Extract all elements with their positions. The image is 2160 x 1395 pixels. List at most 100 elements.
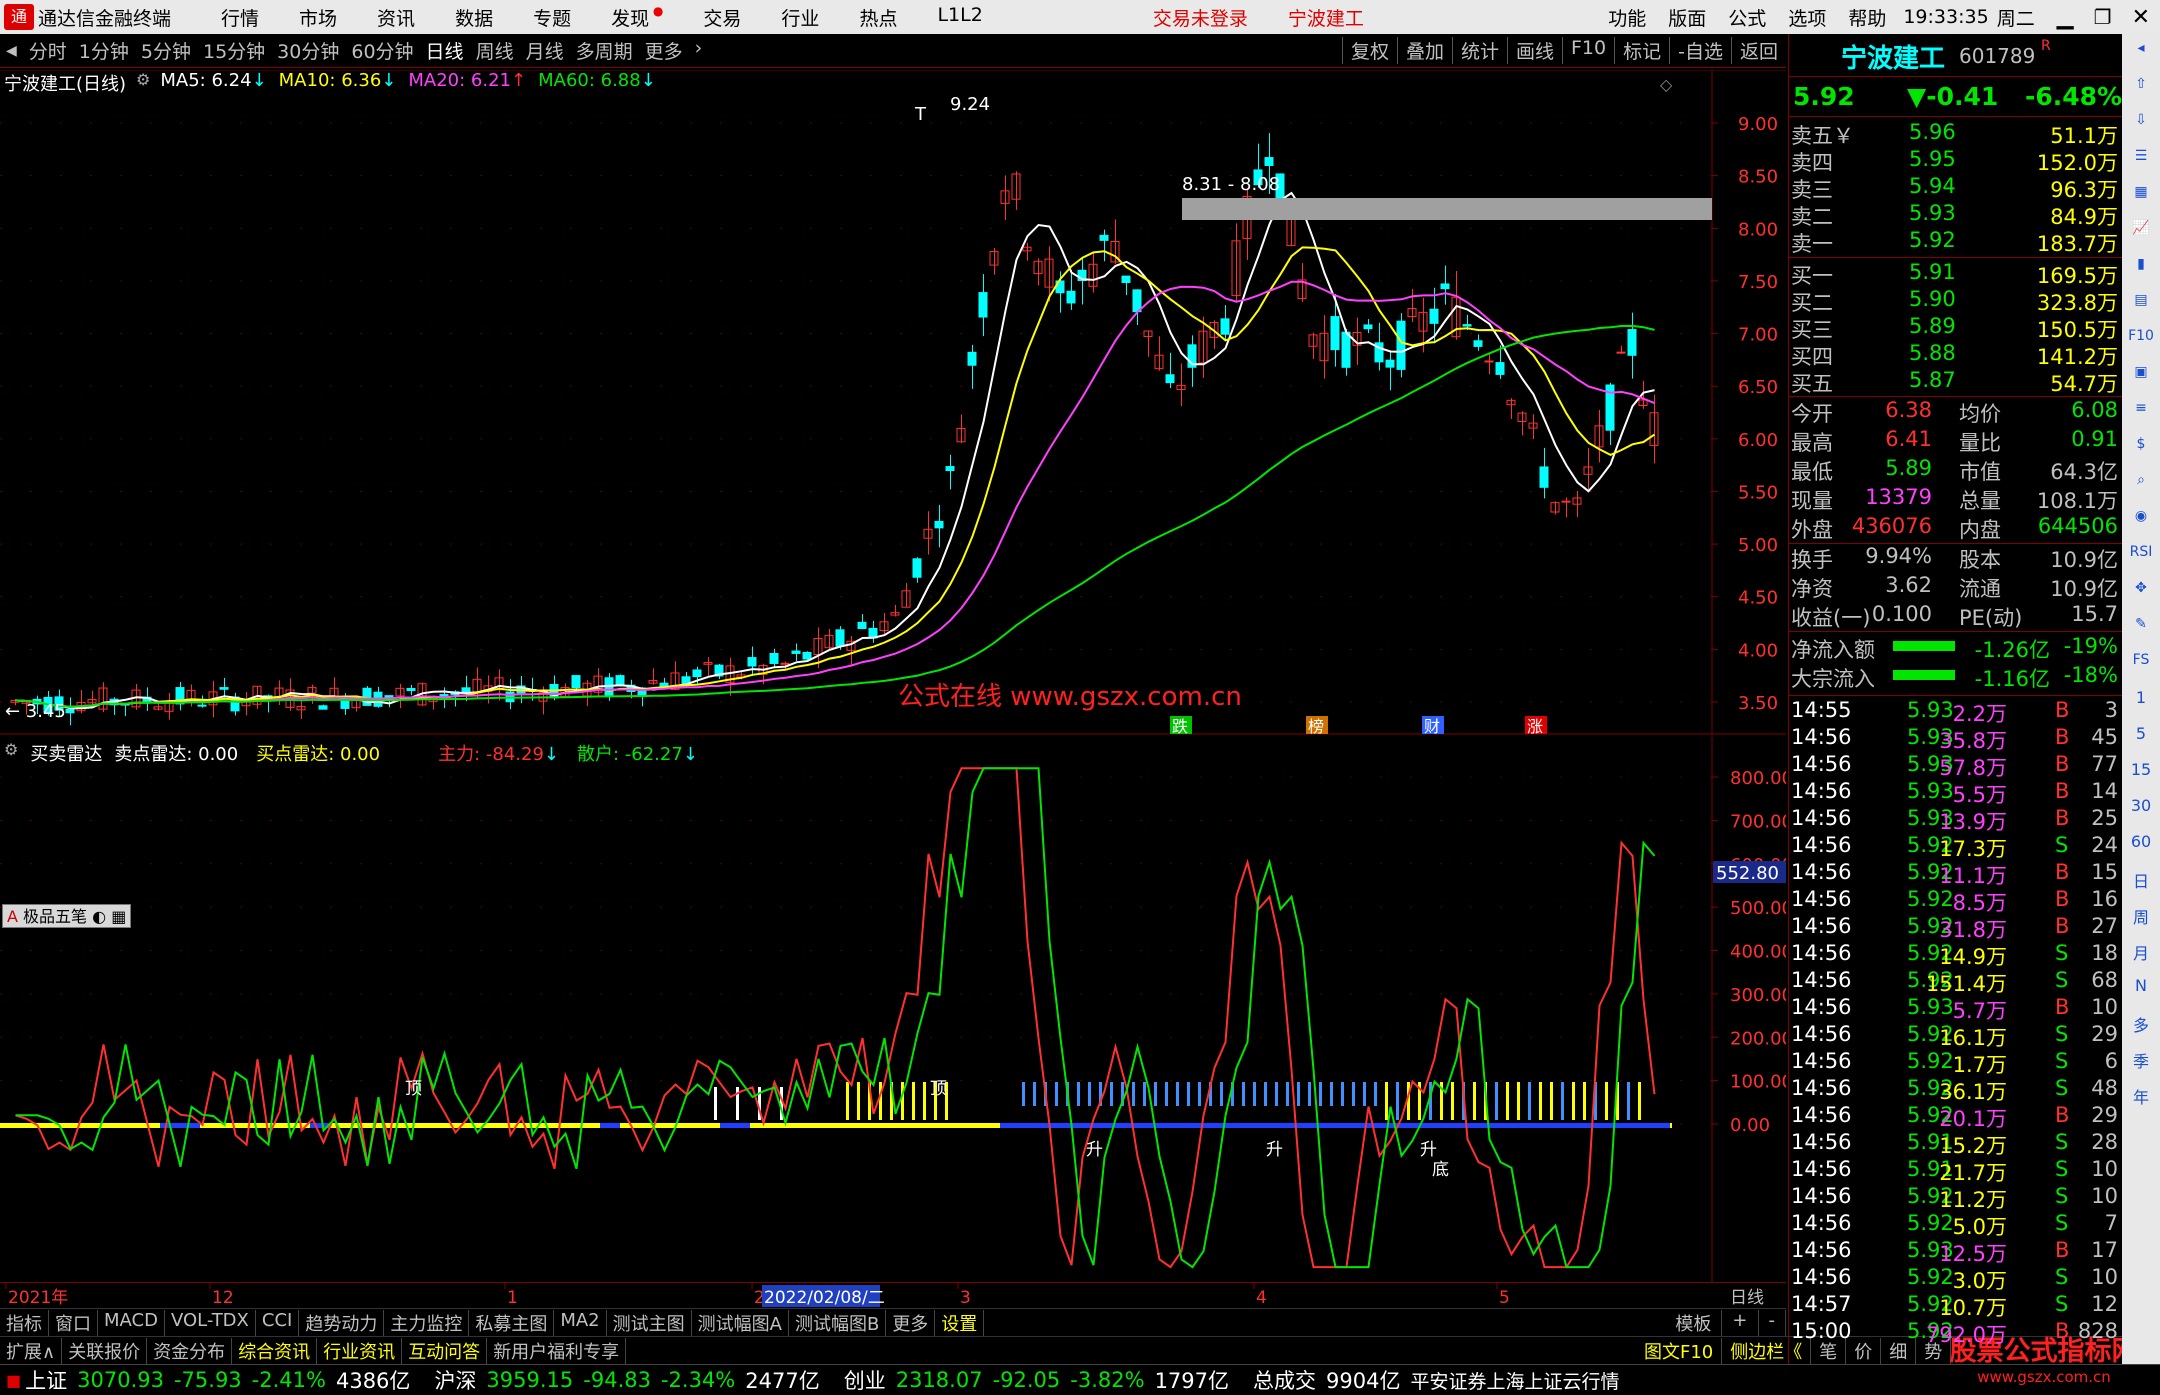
fund-icon[interactable]: $ xyxy=(2128,436,2154,462)
sidebar-period-60[interactable]: 60 xyxy=(2128,832,2154,858)
indicator-tab-10[interactable]: 测试幅图A xyxy=(692,1309,789,1336)
toolbar-btn-6[interactable]: -自选 xyxy=(1669,37,1731,64)
toolbar-btn-3[interactable]: 画线 xyxy=(1506,37,1562,64)
indicator-tab-9[interactable]: 测试主图 xyxy=(607,1309,692,1336)
news-icon[interactable]: ▣ xyxy=(2128,364,2154,390)
main-kline-chart[interactable]: 9.00 8.50 8.00 7.50 7.00 6.50 6.00 5.50 5.00 4.50… xyxy=(0,70,1786,735)
f10-icon[interactable]: F10 xyxy=(2128,328,2154,354)
sidebar-period-1[interactable]: 1 xyxy=(2128,688,2154,714)
sidebar-period-多[interactable]: 多 xyxy=(2128,1012,2154,1038)
settings-gear-icon[interactable]: ⚙ xyxy=(4,740,18,766)
pen-icon[interactable]: ✎ xyxy=(2128,616,2154,642)
period-tab-1[interactable]: 1分钟 xyxy=(79,37,129,64)
menu-item-8[interactable]: 热点 xyxy=(859,4,897,31)
indicator-tab-6[interactable]: 主力监控 xyxy=(384,1309,470,1336)
down-arrow-icon[interactable]: ⇩ xyxy=(2128,112,2154,138)
ext-tab-1[interactable]: 关联报价 xyxy=(62,1337,148,1364)
sidebar-period-30[interactable]: 30 xyxy=(2128,796,2154,822)
period-tab-8[interactable]: 月线 xyxy=(526,37,564,64)
collapse-icon[interactable]: ◂ xyxy=(2128,40,2154,66)
sidebar-period-5[interactable]: 5 xyxy=(2128,724,2154,750)
sidebar-period-N[interactable]: N xyxy=(2128,976,2154,1002)
menu-item-6[interactable]: 交易 xyxy=(703,4,741,31)
sidebar-period-15[interactable]: 15 xyxy=(2128,760,2154,786)
ext-tab-2[interactable]: 资金分布 xyxy=(147,1337,233,1364)
grid-icon[interactable]: ▦ xyxy=(2128,184,2154,210)
index-sz-name[interactable]: 沪深 xyxy=(434,1365,476,1395)
menu-stock-name[interactable]: 宁波建工 xyxy=(1288,4,1364,31)
menu-item-2[interactable]: 资讯 xyxy=(377,4,415,31)
trade-status[interactable]: 交易未登录 xyxy=(1153,4,1248,31)
data-source[interactable]: 平安证券上海上证云行情 xyxy=(1410,1367,1619,1394)
sidebar-period-年[interactable]: 年 xyxy=(2128,1084,2154,1110)
move-icon[interactable]: ✥ xyxy=(2128,580,2154,606)
ime-toolbar[interactable]: A 极品五笔 ◐ ▦ xyxy=(2,904,132,928)
chart-diamond-icon[interactable]: ◇ xyxy=(1660,75,1673,94)
toolbar-btn-2[interactable]: 统计 xyxy=(1451,37,1507,64)
period-tab-5[interactable]: 60分钟 xyxy=(351,37,413,64)
index-cy-name[interactable]: 创业 xyxy=(844,1365,886,1395)
menu-right-1[interactable]: 版面 xyxy=(1668,4,1706,31)
list-icon[interactable]: ☰ xyxy=(2128,148,2154,174)
period-tab-10[interactable]: 更多 xyxy=(645,37,683,64)
period-tab-3[interactable]: 15分钟 xyxy=(203,37,265,64)
settings-gear-icon[interactable]: ⚙ xyxy=(136,70,150,96)
toolbar-btn-4[interactable]: F10 xyxy=(1562,37,1614,64)
toolbar-btn-5[interactable]: 标记 xyxy=(1614,37,1669,64)
ext-tab-4[interactable]: 行业资讯 xyxy=(317,1337,403,1364)
indicator-tab-12[interactable]: 更多 xyxy=(886,1309,936,1336)
circle-icon[interactable]: ◉ xyxy=(2128,508,2154,534)
up-arrow-icon[interactable]: ⇧ xyxy=(2128,76,2154,102)
report-icon[interactable]: ▤ xyxy=(2128,292,2154,318)
radar-indicator-chart[interactable]: 800.00700.00600.00500.00400.00300.00200.… xyxy=(0,737,1786,1282)
collapse-panel-icon[interactable]: ◀ xyxy=(6,43,17,59)
menu-right-2[interactable]: 公式 xyxy=(1728,4,1766,31)
chevron-right-icon[interactable]: › xyxy=(695,37,703,64)
menu-item-0[interactable]: 行情 xyxy=(221,4,259,31)
rsi-icon[interactable]: RSI xyxy=(2128,544,2154,570)
side-tab-0[interactable]: 图文F10 xyxy=(1636,1337,1723,1364)
sidebar-period-周[interactable]: 周 xyxy=(2128,904,2154,930)
menu-item-9[interactable]: L1L2 xyxy=(937,4,982,31)
period-tab-9[interactable]: 多周期 xyxy=(576,37,633,64)
indicator-tab-1[interactable]: 窗口 xyxy=(49,1309,98,1336)
indicator-tab-13[interactable]: 设置 xyxy=(935,1309,985,1336)
period-tab-2[interactable]: 5分钟 xyxy=(141,37,191,64)
period-tab-6[interactable]: 日线 xyxy=(426,37,464,64)
rank-icon[interactable]: ≡ xyxy=(2128,400,2154,426)
indicator-tab-4[interactable]: CCI xyxy=(256,1309,300,1336)
menu-item-4[interactable]: 专题 xyxy=(533,4,571,31)
period-tab-4[interactable]: 30分钟 xyxy=(277,37,339,64)
indicator-tab-0[interactable]: 指标 xyxy=(0,1309,49,1336)
indicator-tab-7[interactable]: 私募主图 xyxy=(469,1309,555,1336)
menu-item-5[interactable]: 发现 ● xyxy=(611,4,663,31)
search-icon[interactable]: ⌕ xyxy=(2128,472,2154,498)
indicator-tab-3[interactable]: VOL-TDX xyxy=(165,1309,256,1336)
index-sh-name[interactable]: 上证 xyxy=(25,1365,67,1395)
toolbar-btn-7[interactable]: 返回 xyxy=(1730,37,1786,64)
sidebar-period-月[interactable]: 月 xyxy=(2128,940,2154,966)
fs-icon[interactable]: FS xyxy=(2128,652,2154,678)
ext-tab-6[interactable]: 新用户福利专享 xyxy=(487,1337,627,1364)
indicator-tab-11[interactable]: 测试幅图B xyxy=(789,1309,887,1336)
sidebar-period-日[interactable]: 日 xyxy=(2128,868,2154,894)
toolbar-btn-1[interactable]: 叠加 xyxy=(1396,37,1452,64)
menu-right-3[interactable]: 选项 xyxy=(1788,4,1826,31)
menu-item-7[interactable]: 行业 xyxy=(781,4,819,31)
period-tab-0[interactable]: 分时 xyxy=(29,37,67,64)
tab-right-0[interactable]: 模板 xyxy=(1665,1309,1723,1336)
tab-right-2[interactable]: - xyxy=(1759,1309,1786,1336)
maximize-icon[interactable]: ❐ xyxy=(2094,5,2112,29)
candle-icon[interactable]: ▮ xyxy=(2128,256,2154,282)
period-tab-7[interactable]: 周线 xyxy=(476,37,514,64)
toolbar-btn-0[interactable]: 复权 xyxy=(1341,37,1397,64)
sidebar-period-季[interactable]: 季 xyxy=(2128,1048,2154,1074)
ext-tab-0[interactable]: 扩展∧ xyxy=(0,1337,63,1364)
ext-tab-5[interactable]: 互动问答 xyxy=(402,1337,488,1364)
indicator-tab-8[interactable]: MA2 xyxy=(554,1309,607,1336)
close-icon[interactable]: ✕ xyxy=(2132,5,2150,30)
indicator-tab-5[interactable]: 趋势动力 xyxy=(299,1309,385,1336)
menu-item-1[interactable]: 市场 xyxy=(299,4,337,31)
indicator-tab-2[interactable]: MACD xyxy=(98,1309,165,1336)
minimize-icon[interactable]: ▁ xyxy=(2057,5,2074,30)
